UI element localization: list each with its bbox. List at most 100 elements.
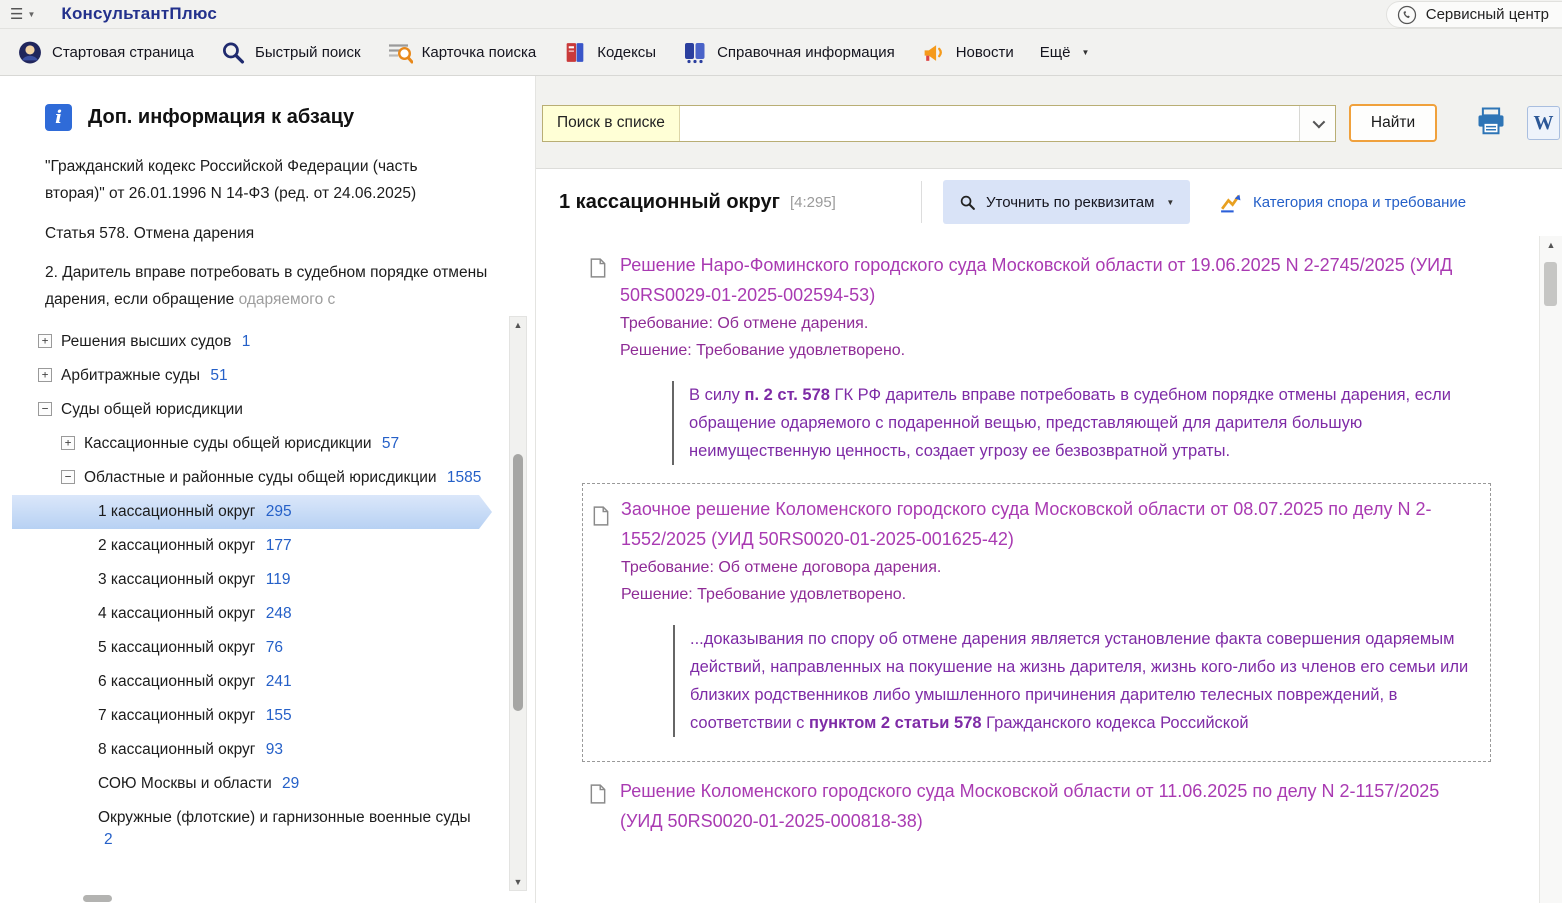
- results-header: 1 кассационный округ [4:295] Уточнить по…: [536, 169, 1562, 235]
- tree-item-military-courts[interactable]: [0, 857, 535, 891]
- result-decision: Решение: Требование удовлетворено.: [620, 342, 906, 359]
- tree-item-label: Суды общей юрисдикции: [61, 401, 243, 418]
- tree-item-arbitration-courts[interactable]: + Арбитражные суды 51: [0, 359, 535, 393]
- topbar: ☰ ▼ КонсультантПлюс Сервисный центр: [0, 0, 1562, 29]
- tree-item-label: 3 кассационный округ: [98, 571, 256, 588]
- quote-text: Гражданского кодекса Российской: [981, 714, 1249, 732]
- toolbar-more[interactable]: Ещё ▼: [1027, 29, 1103, 75]
- quote-bold-text: пунктом 2 статьи 578: [809, 714, 982, 732]
- tree-item-cassation-district-6[interactable]: 6 кассационный округ 241: [0, 665, 535, 699]
- toolbar-reference-info[interactable]: Справочная информация: [669, 29, 908, 75]
- expand-icon[interactable]: +: [38, 334, 52, 348]
- toolbar-news-label: Новости: [955, 43, 1014, 61]
- result-decision: Решение: Требование удовлетворено.: [621, 586, 907, 603]
- tree-item-label: Арбитражные суды: [61, 367, 201, 384]
- document-icon: [593, 506, 609, 526]
- main-toolbar: Стартовая страница Быстрый поиск Карточк…: [0, 29, 1562, 76]
- tree-item-label: 5 кассационный округ: [98, 639, 256, 656]
- tree-item-label: Окружные (флотские) и гарнизонные военны…: [98, 809, 471, 826]
- tree-item-cassation-district-9[interactable]: СОЮ Москвы и области 29: [0, 767, 535, 801]
- results-counter: [4:295]: [789, 193, 836, 211]
- tree-item-higher-courts[interactable]: + Решения высших судов 1: [0, 325, 535, 359]
- chevron-down-icon: [1312, 115, 1326, 128]
- panel-title: Доп. информация к абзацу: [88, 106, 355, 128]
- tree-item-soyu-moscow[interactable]: Окружные (флотские) и гарнизонные военны…: [0, 801, 535, 857]
- hamburger-icon: ☰: [10, 6, 24, 23]
- printer-icon: [1478, 107, 1504, 135]
- results-title: 1 кассационный округ: [559, 190, 780, 213]
- tree-item-count: 51: [210, 367, 228, 384]
- scrollbar-thumb[interactable]: [513, 454, 523, 711]
- result-title-link[interactable]: Решение Наро-Фоминского городского суда …: [620, 250, 1460, 310]
- tree-item-count: 2: [104, 831, 113, 848]
- category-of-dispute-link[interactable]: Категория спора и требование: [1219, 169, 1466, 235]
- toolbar-news[interactable]: Новости: [908, 29, 1027, 75]
- app-logo: КонсультантПлюс: [61, 4, 217, 23]
- article-reference: Статья 578. Отмена дарения: [45, 225, 255, 242]
- menu-caret-icon: ▼: [27, 9, 36, 19]
- tree-item-count: 241: [265, 673, 292, 690]
- tree-item-cassation-courts[interactable]: + Кассационные суды общей юрисдикции 57: [0, 427, 535, 461]
- left-panel: i Доп. информация к абзацу "Гражданский …: [0, 76, 535, 903]
- list-search-row: Поиск в списке Найти: [542, 104, 1437, 142]
- toolbar-reference-info-label: Справочная информация: [717, 43, 895, 61]
- scroll-down-icon[interactable]: ▼: [510, 877, 526, 887]
- print-button[interactable]: [1474, 106, 1508, 139]
- scrollbar-thumb[interactable]: [1544, 262, 1557, 306]
- refine-by-requisites-button[interactable]: Уточнить по реквизитам ▼: [943, 180, 1191, 224]
- result-title-link[interactable]: Заочное решение Коломенского городского …: [621, 494, 1461, 554]
- tree-item-cassation-district-2[interactable]: 2 кассационный округ 177: [0, 529, 535, 563]
- result-item[interactable]: Решение Наро-Фоминского городского суда …: [536, 246, 1539, 477]
- tree-item-cassation-district-8[interactable]: 8 кассационный округ 93: [0, 733, 535, 767]
- collapse-icon[interactable]: −: [61, 470, 75, 484]
- magnifier-icon: [960, 195, 975, 210]
- tree-item-count: 177: [265, 537, 292, 554]
- toolbar-start-page[interactable]: Стартовая страница: [4, 29, 207, 75]
- find-button[interactable]: Найти: [1349, 104, 1437, 142]
- courts-tree: + Решения высших судов 1 + Арбитражные с…: [0, 325, 535, 891]
- article-excerpt: 2. Даритель вправе потребовать в судебно…: [45, 259, 509, 313]
- search-history-dropdown-button[interactable]: [1299, 105, 1335, 141]
- search-input[interactable]: [679, 105, 1299, 141]
- toolbar-quick-search[interactable]: Быстрый поиск: [207, 29, 374, 75]
- result-item[interactable]: Решение Коломенского городского суда Мос…: [536, 772, 1539, 840]
- result-requirement: Требование: Об отмене договора дарения.: [621, 559, 942, 576]
- start-page-icon: [19, 41, 41, 63]
- tree-item-count: 1585: [446, 469, 482, 486]
- left-panel-horizontal-scrollbar[interactable]: [0, 895, 500, 903]
- tree-item-cassation-district-4[interactable]: 4 кассационный округ 248: [0, 597, 535, 631]
- tree-item-general-jurisdiction[interactable]: − Суды общей юрисдикции: [0, 393, 535, 427]
- results-scrollbar[interactable]: ▲: [1539, 236, 1562, 903]
- tree-item-label: 1 кассационный округ: [98, 503, 256, 520]
- tree-item-cassation-district-5[interactable]: 5 кассационный округ 76: [0, 631, 535, 665]
- results-panel: 1 кассационный округ [4:295] Уточнить по…: [536, 168, 1562, 903]
- horizontal-scrollbar-thumb[interactable]: [83, 895, 112, 902]
- result-quote: ...доказывания по спору об отмене дарени…: [673, 625, 1470, 737]
- export-to-word-button[interactable]: W: [1527, 106, 1560, 140]
- header-divider: [921, 181, 922, 223]
- scroll-up-icon[interactable]: ▲: [1540, 240, 1562, 250]
- toolbar-search-card[interactable]: Карточка поиска: [374, 29, 550, 75]
- tree-item-cassation-district-3[interactable]: 3 кассационный округ 119: [0, 563, 535, 597]
- result-item-selected[interactable]: Заочное решение Коломенского городского …: [582, 483, 1491, 762]
- service-center-button[interactable]: Сервисный центр: [1385, 1, 1562, 28]
- left-panel-scrollbar[interactable]: ▲ ▼: [509, 316, 527, 891]
- tree-item-count: 29: [282, 775, 300, 792]
- tree-item-cassation-district-7[interactable]: 7 кассационный округ 155: [0, 699, 535, 733]
- tree-item-count: 57: [381, 435, 400, 452]
- news-icon: [924, 44, 942, 61]
- collapse-icon[interactable]: −: [38, 402, 52, 416]
- tree-item-cassation-district-1[interactable]: 1 кассационный округ 295: [12, 495, 492, 529]
- category-link-label: Категория спора и требование: [1253, 193, 1467, 211]
- tree-item-regional-district-courts[interactable]: − Областные и районные суды общей юрисди…: [0, 461, 535, 495]
- expand-icon[interactable]: +: [38, 368, 52, 382]
- toolbar-codes[interactable]: Кодексы: [549, 29, 669, 75]
- tree-item-label: 7 кассационный округ: [98, 707, 256, 724]
- expand-icon[interactable]: +: [61, 436, 75, 450]
- result-requirement: Требование: Об отмене дарения.: [620, 315, 869, 332]
- result-title-link[interactable]: Решение Коломенского городского суда Мос…: [620, 776, 1460, 836]
- main-menu-button[interactable]: ☰ ▼: [0, 0, 45, 28]
- tree-item-count: 93: [265, 741, 283, 758]
- toolbar-quick-search-label: Быстрый поиск: [255, 43, 361, 61]
- scroll-up-icon[interactable]: ▲: [510, 320, 526, 330]
